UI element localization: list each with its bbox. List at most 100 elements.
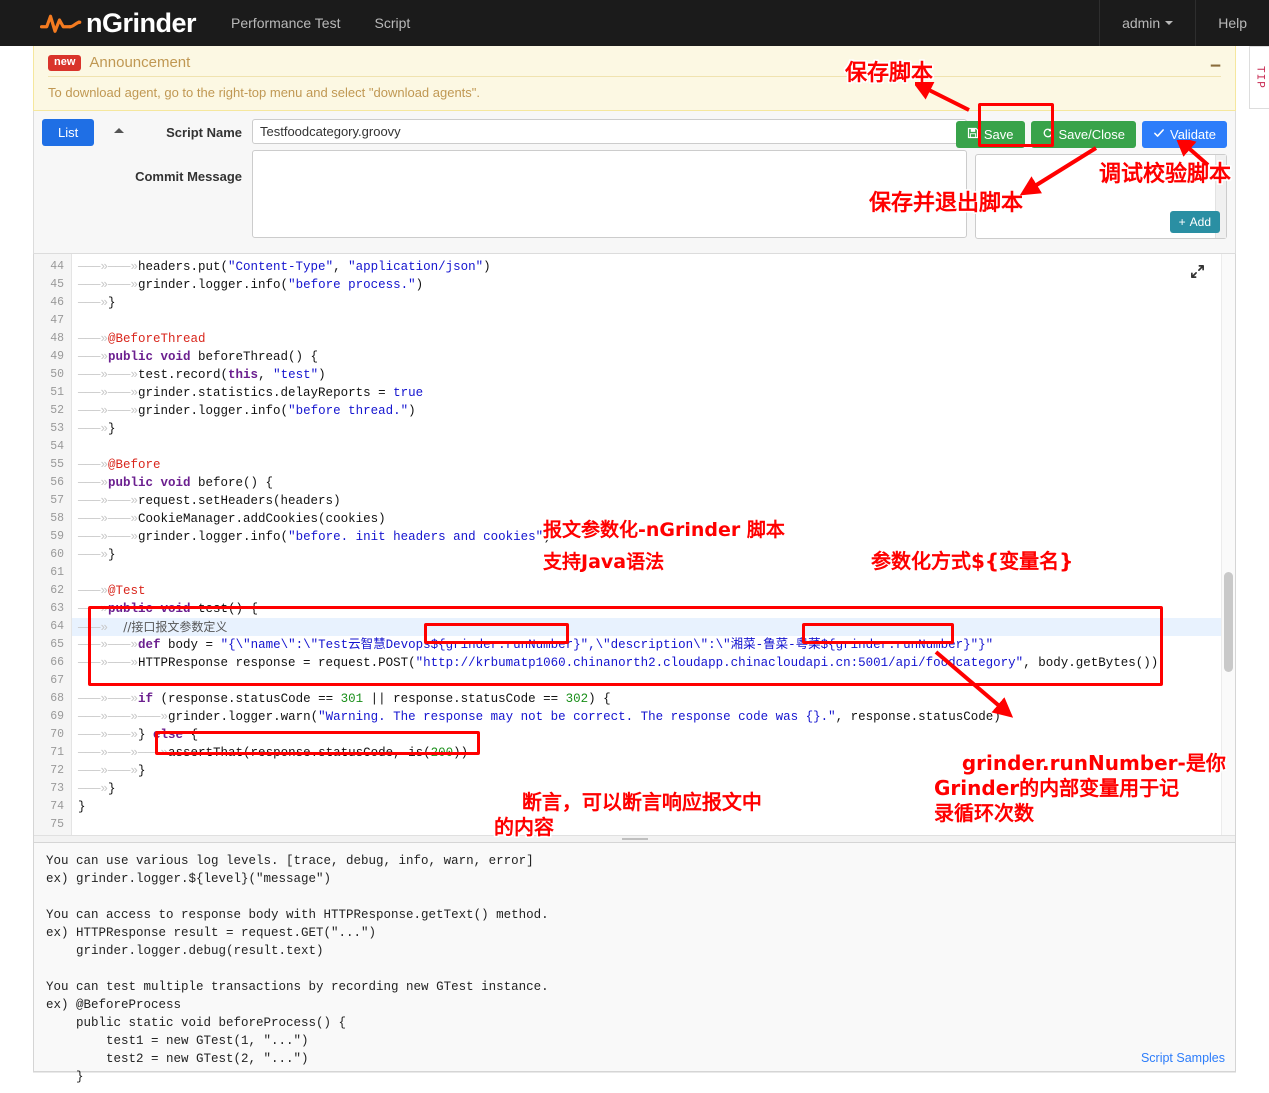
code-line[interactable]: ———»public void before() { <box>72 474 1221 492</box>
code-line[interactable]: ———»———»grinder.logger.info("before proc… <box>72 276 1221 294</box>
code-line[interactable]: ———»———»test.record(this, "test") <box>72 366 1221 384</box>
code-token: grinder.statistics.delayReports = <box>138 386 394 400</box>
code-line[interactable]: ———»———»headers.put("Content-Type", "app… <box>72 258 1221 276</box>
code-token: if <box>138 692 161 706</box>
code-line[interactable]: ———» //接口报文参数定义 <box>72 618 1221 636</box>
tab-indent-marker: ———» <box>108 512 139 526</box>
code-line[interactable]: ———»———»if (response.statusCode == 301 |… <box>72 690 1221 708</box>
action-button-row: Save Save/Close Validate <box>955 119 1227 148</box>
tab-indent-marker: ———» <box>78 638 109 652</box>
save-disk-icon <box>967 127 979 142</box>
code-line[interactable]: ———»———»def body = "{\"name\":\"Test云智慧D… <box>72 636 1221 654</box>
tab-indent-marker: ———» <box>78 764 109 778</box>
editor-scrollbar-thumb[interactable] <box>1224 572 1233 672</box>
code-line[interactable]: ———»} <box>72 546 1221 564</box>
script-name-input[interactable] <box>252 119 967 144</box>
brand-logo-area[interactable]: nGrinder <box>0 0 214 46</box>
code-line[interactable]: ———»———»———»grinder.logger.warn("Warning… <box>72 708 1221 726</box>
code-line[interactable]: ———»public void test() { <box>72 600 1221 618</box>
code-line[interactable]: ———»———»———»assertThat(response.statusCo… <box>72 744 1221 762</box>
code-token: } <box>108 782 116 796</box>
save-close-button[interactable]: Save/Close <box>1030 121 1136 148</box>
chevron-up-icon[interactable] <box>114 128 124 133</box>
help-link[interactable]: Help <box>1195 0 1269 46</box>
script-samples-link[interactable]: Script Samples <box>1141 1049 1225 1067</box>
code-token: "test" <box>273 368 319 382</box>
code-line[interactable]: ———»———»CookieManager.addCookies(cookies… <box>72 510 1221 528</box>
tip-side-tab[interactable]: TIP <box>1249 46 1269 109</box>
code-line[interactable]: ———»———»} else { <box>72 726 1221 744</box>
line-number: 63 <box>50 602 64 615</box>
code-line[interactable] <box>72 438 1221 456</box>
host-list-box: + Add <box>975 154 1227 239</box>
line-number: 75 <box>50 818 64 831</box>
code-line[interactable]: ———»} <box>72 780 1221 798</box>
code-editor-panel[interactable]: 44 45 46 47 48 49 50 51 52 53 54 55 56 57 58 59 60 61 62 63… <box>33 254 1236 843</box>
code-line[interactable]: ———»public void beforeThread() { <box>72 348 1221 366</box>
code-line[interactable] <box>72 564 1221 582</box>
line-number: 51 <box>50 386 64 399</box>
announcement-collapse-icon[interactable]: − <box>1210 57 1221 76</box>
tab-indent-marker: ———» <box>78 386 109 400</box>
code-line[interactable]: ———»———»HTTPResponse response = request.… <box>72 654 1221 672</box>
code-line[interactable]: ———»@Before <box>72 456 1221 474</box>
code-token: ) { <box>588 692 611 706</box>
user-menu[interactable]: admin <box>1099 0 1195 46</box>
line-number: 49 <box>50 350 64 363</box>
add-host-button[interactable]: + Add <box>1169 211 1220 233</box>
content-container: new Announcement To download agent, go t… <box>33 46 1236 1086</box>
tab-indent-marker: ———» <box>78 530 109 544</box>
line-number-gutter: 44 45 46 47 48 49 50 51 52 53 54 55 56 57 58 59 60 61 62 63… <box>34 254 72 842</box>
code-token: before() { <box>198 476 274 490</box>
code-line[interactable]: ———»@BeforeThread <box>72 330 1221 348</box>
code-token: else <box>153 728 184 742</box>
line-number: 70 <box>50 728 64 741</box>
line-number: 67 <box>50 674 64 687</box>
line-number: 74 <box>50 800 64 813</box>
editor-scrollbar[interactable] <box>1221 254 1235 842</box>
code-line[interactable]: ———»} <box>72 294 1221 312</box>
code-line[interactable]: ———»———»} <box>72 762 1221 780</box>
list-button-col: List <box>34 119 106 241</box>
code-token: } <box>108 548 116 562</box>
nav-script[interactable]: Script <box>357 0 427 46</box>
tab-indent-marker: ———» <box>108 530 139 544</box>
code-token: } <box>108 422 116 436</box>
code-token: this <box>228 368 259 382</box>
code-line[interactable] <box>72 672 1221 690</box>
form-actions-col: Save Save/Close Validate + Add <box>955 119 1235 241</box>
code-token: @BeforeThread <box>108 332 206 346</box>
code-token: , body.getBytes()) <box>1023 656 1159 670</box>
code-line[interactable]: ———»} <box>72 420 1221 438</box>
list-button[interactable]: List <box>42 119 95 146</box>
add-host-button-label: Add <box>1189 215 1211 229</box>
code-token: grinder.logger.info( <box>138 278 289 292</box>
code-line[interactable]: ———»———»request.setHeaders(headers) <box>72 492 1221 510</box>
code-line[interactable]: ———»———»grinder.logger.info("before thre… <box>72 402 1221 420</box>
refresh-icon <box>1042 127 1054 142</box>
code-line[interactable]: } <box>72 798 1221 816</box>
code-line[interactable]: ———»@Test <box>72 582 1221 600</box>
nav-performance-test[interactable]: Performance Test <box>214 0 357 46</box>
tab-indent-marker: ———» <box>78 278 109 292</box>
tab-indent-marker: ———» <box>108 368 139 382</box>
expand-editor-icon[interactable] <box>1190 264 1205 283</box>
code-editor[interactable]: 44 45 46 47 48 49 50 51 52 53 54 55 56 57 58 59 60 61 62 63… <box>34 254 1235 842</box>
tab-indent-marker: ———» <box>138 746 169 760</box>
code-line[interactable]: ———»———»grinder.statistics.delayReports … <box>72 384 1221 402</box>
code-token: @Before <box>108 458 161 472</box>
check-icon <box>1153 127 1165 142</box>
save-button[interactable]: Save <box>955 121 1025 148</box>
code-line[interactable]: ———»———»grinder.logger.info("before. ini… <box>72 528 1221 546</box>
commit-message-input[interactable] <box>252 150 967 238</box>
editor-resize-handle[interactable] <box>34 835 1235 842</box>
code-line[interactable] <box>72 312 1221 330</box>
code-content[interactable]: ———»———»headers.put("Content-Type", "app… <box>72 254 1221 842</box>
line-number: 62 <box>50 584 64 597</box>
code-token: beforeThread() { <box>198 350 319 364</box>
validate-button[interactable]: Validate <box>1141 121 1227 148</box>
code-token: HTTPResponse response = request.POST( <box>138 656 416 670</box>
code-token: test.record( <box>138 368 229 382</box>
code-line[interactable] <box>72 816 1221 834</box>
code-token: )) <box>453 746 469 760</box>
